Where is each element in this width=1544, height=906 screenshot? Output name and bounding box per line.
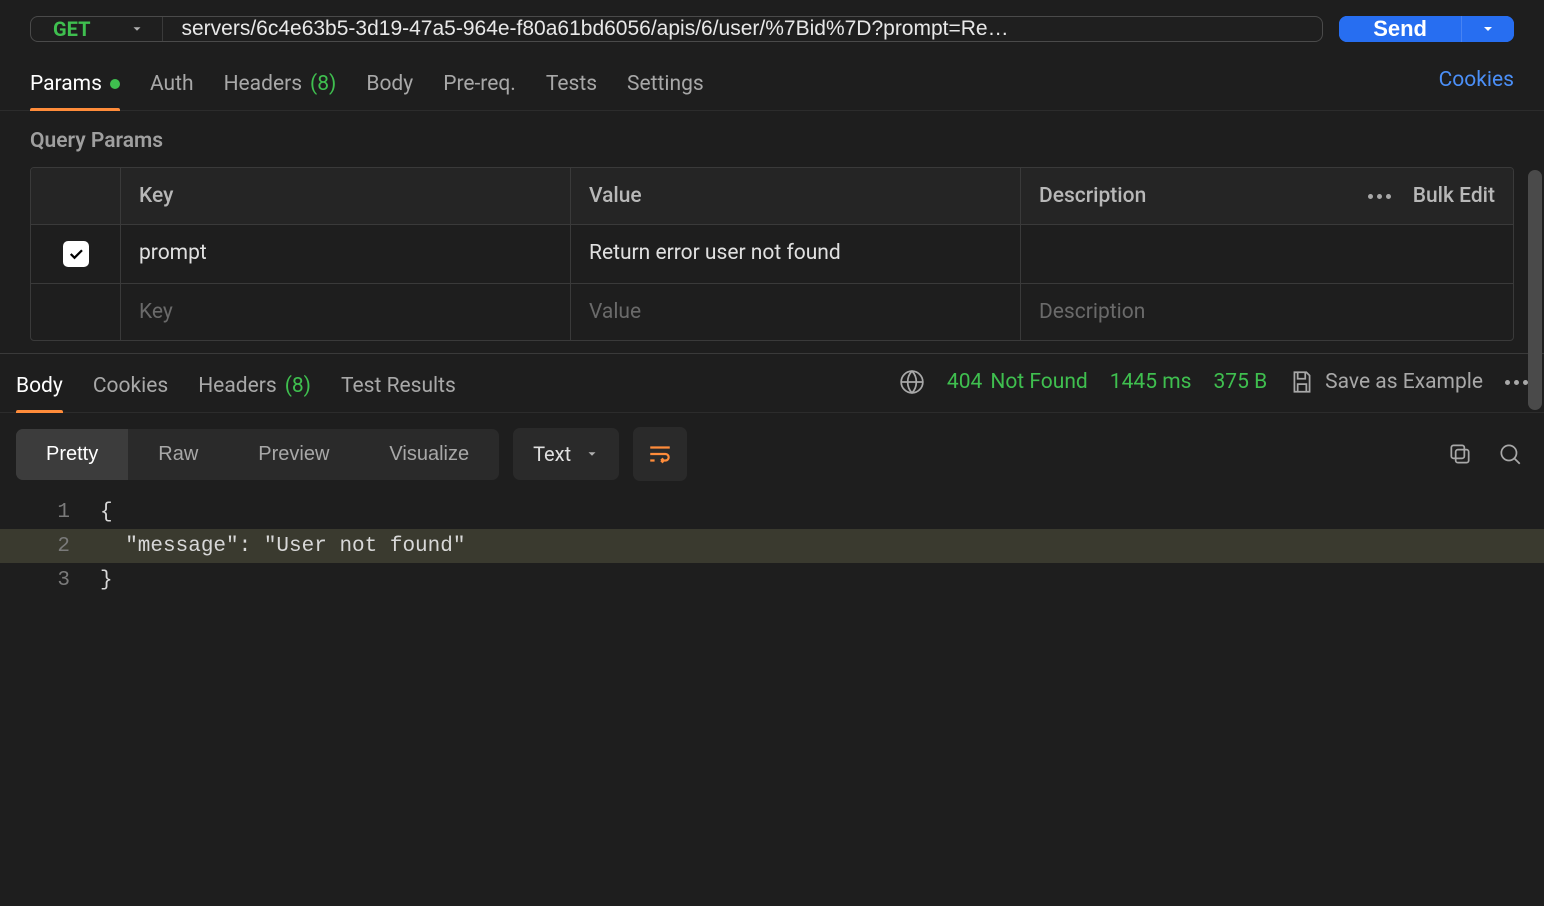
tab-settings[interactable]: Settings	[627, 64, 704, 110]
view-raw-button[interactable]: Raw	[128, 429, 228, 480]
search-icon	[1497, 441, 1523, 467]
send-options-button[interactable]	[1461, 16, 1514, 42]
check-icon	[67, 245, 85, 263]
wrap-icon	[647, 441, 673, 467]
view-visualize-button[interactable]: Visualize	[359, 429, 499, 480]
line-number: 2	[0, 535, 100, 558]
tab-response-headers[interactable]: Headers (8)	[198, 366, 311, 412]
response-time: 1445 ms	[1110, 370, 1192, 394]
header-key: Key	[121, 168, 571, 224]
tab-tests[interactable]: Tests	[546, 64, 597, 110]
status-text: Not Found	[990, 370, 1087, 394]
line-number: 1	[0, 501, 100, 524]
response-headers-count: (8)	[285, 374, 311, 398]
save-icon	[1289, 369, 1315, 395]
http-method-label: GET	[53, 17, 90, 41]
globe-icon[interactable]	[899, 369, 925, 395]
code-line: {	[100, 501, 1544, 524]
header-description: Description Bulk Edit	[1021, 168, 1513, 224]
url-input[interactable]	[163, 17, 1322, 41]
table-row-new: Key Value Description	[31, 284, 1513, 340]
tab-prereq[interactable]: Pre-req.	[443, 64, 516, 110]
tab-headers[interactable]: Headers (8)	[224, 64, 337, 110]
tab-headers-label: Headers	[224, 72, 302, 96]
param-description-input[interactable]: Description	[1021, 284, 1513, 340]
chevron-down-icon	[1480, 21, 1496, 37]
code-line: }	[100, 569, 1544, 592]
view-preview-button[interactable]: Preview	[228, 429, 359, 480]
cookies-link[interactable]: Cookies	[1439, 68, 1514, 106]
query-params-table: Key Value Description Bulk Edit prompt R…	[30, 167, 1514, 341]
view-pretty-button[interactable]: Pretty	[16, 429, 128, 480]
code-line: "message": "User not found"	[100, 535, 1544, 558]
copy-icon	[1447, 441, 1473, 467]
param-key-input[interactable]: Key	[121, 284, 571, 340]
tab-params[interactable]: Params	[30, 64, 120, 110]
more-columns-icon[interactable]	[1368, 194, 1391, 199]
response-status: 404 Not Found	[947, 370, 1088, 394]
table-row: prompt Return error user not found	[31, 225, 1513, 284]
response-body-code[interactable]: 1 { 2 "message": "User not found" 3 }	[0, 495, 1544, 597]
tab-response-headers-label: Headers	[198, 374, 276, 398]
bulk-edit-button[interactable]: Bulk Edit	[1413, 184, 1495, 208]
headers-count: (8)	[310, 72, 336, 96]
save-example-label: Save as Example	[1325, 370, 1483, 394]
chevron-down-icon	[585, 447, 599, 461]
format-label: Text	[533, 442, 571, 466]
tab-params-label: Params	[30, 72, 102, 96]
view-mode-group: Pretty Raw Preview Visualize	[16, 429, 499, 480]
tab-test-results[interactable]: Test Results	[341, 366, 456, 412]
param-enabled-checkbox[interactable]	[63, 241, 89, 267]
line-number: 3	[0, 569, 100, 592]
status-code: 404	[947, 370, 982, 394]
header-value: Value	[571, 168, 1021, 224]
param-description-input[interactable]	[1021, 225, 1513, 283]
save-as-example-button[interactable]: Save as Example	[1289, 369, 1483, 395]
tab-response-cookies[interactable]: Cookies	[93, 366, 168, 412]
format-select[interactable]: Text	[513, 428, 619, 480]
copy-button[interactable]	[1442, 436, 1478, 472]
header-check	[31, 168, 121, 224]
tab-response-body[interactable]: Body	[16, 366, 63, 412]
header-description-label: Description	[1039, 184, 1146, 208]
params-indicator-dot	[110, 79, 120, 89]
table-header-row: Key Value Description Bulk Edit	[31, 168, 1513, 225]
tab-body[interactable]: Body	[366, 64, 413, 110]
param-value-input[interactable]: Return error user not found	[571, 225, 1021, 283]
scrollbar[interactable]	[1528, 170, 1542, 410]
param-key-input[interactable]: prompt	[121, 225, 571, 283]
send-button[interactable]: Send	[1339, 16, 1461, 42]
chevron-down-icon	[130, 22, 144, 36]
tab-auth[interactable]: Auth	[150, 64, 194, 110]
wrap-lines-button[interactable]	[633, 427, 687, 481]
query-params-title: Query Params	[0, 111, 1544, 167]
param-value-input[interactable]: Value	[571, 284, 1021, 340]
more-icon[interactable]	[1505, 380, 1528, 385]
http-method-select[interactable]: GET	[31, 17, 163, 41]
new-check	[31, 284, 121, 340]
search-response-button[interactable]	[1492, 436, 1528, 472]
response-size: 375 B	[1213, 370, 1267, 394]
